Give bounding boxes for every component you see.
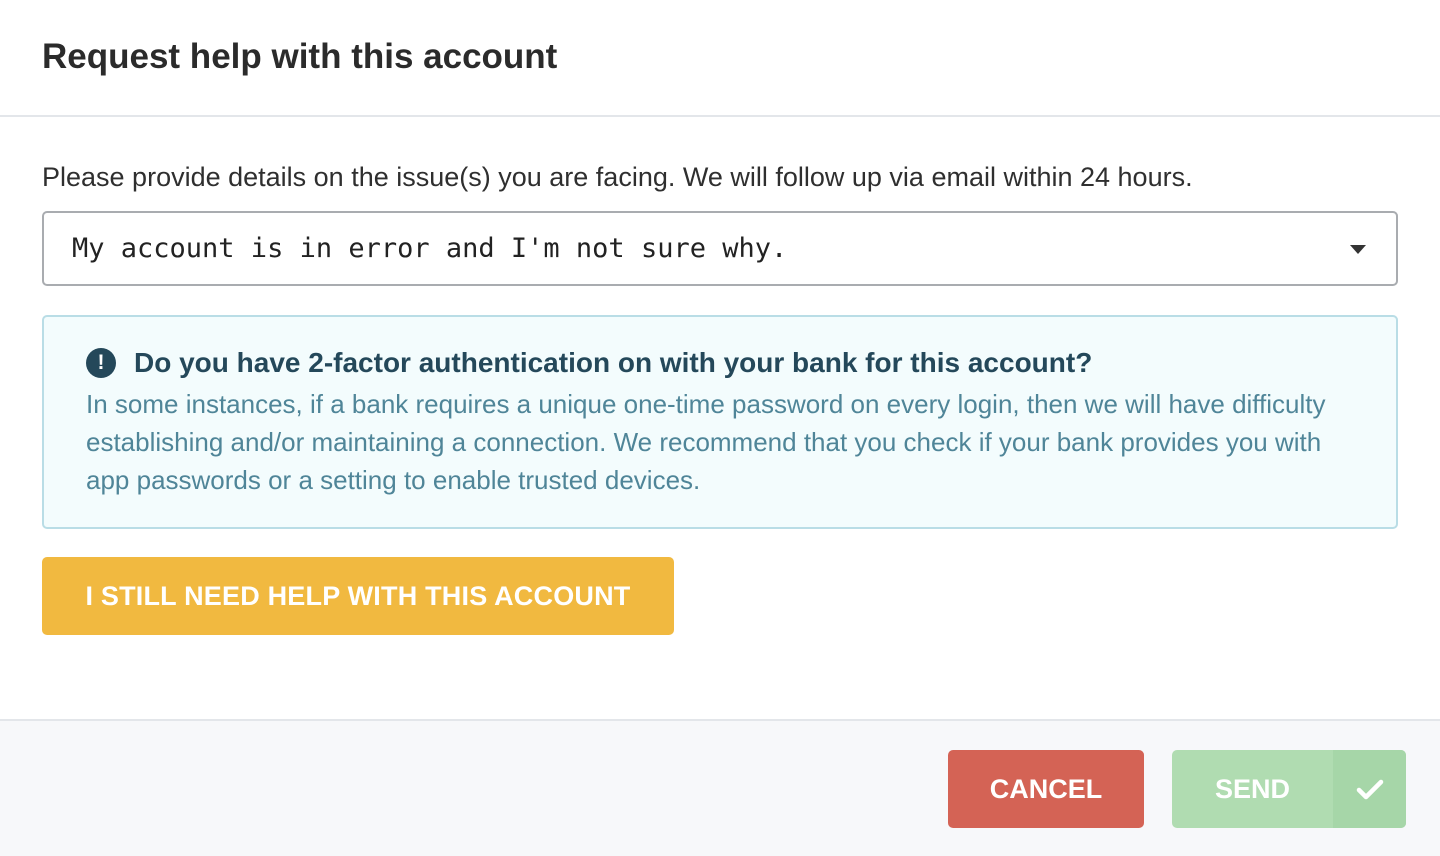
notice-text: In some instances, if a bank requires a … (86, 389, 1326, 495)
modal-footer: CANCEL SEND (0, 719, 1440, 856)
issue-select-value: My account is in error and I'm not sure … (72, 233, 788, 264)
modal-title: Request help with this account (42, 36, 558, 76)
notice-title: Do you have 2-factor authentication on w… (134, 347, 1093, 378)
notice-header: ! Do you have 2-factor authentication on… (86, 347, 1356, 379)
modal-body: Please provide details on the issue(s) y… (0, 117, 1440, 635)
checkmark-icon (1333, 750, 1406, 828)
still-need-help-button[interactable]: I STILL NEED HELP WITH THIS ACCOUNT (42, 557, 674, 635)
modal-header: Request help with this account (0, 0, 1440, 117)
caret-down-icon (1350, 245, 1366, 254)
cancel-button[interactable]: CANCEL (948, 750, 1144, 828)
help-request-modal: Request help with this account Please pr… (0, 0, 1440, 856)
issue-select[interactable]: My account is in error and I'm not sure … (42, 211, 1398, 286)
intro-text: Please provide details on the issue(s) y… (42, 162, 1193, 192)
send-button[interactable]: SEND (1172, 750, 1406, 828)
two-factor-notice: ! Do you have 2-factor authentication on… (42, 315, 1398, 529)
send-button-label: SEND (1214, 773, 1290, 804)
exclamation-circle-icon: ! (86, 348, 116, 378)
